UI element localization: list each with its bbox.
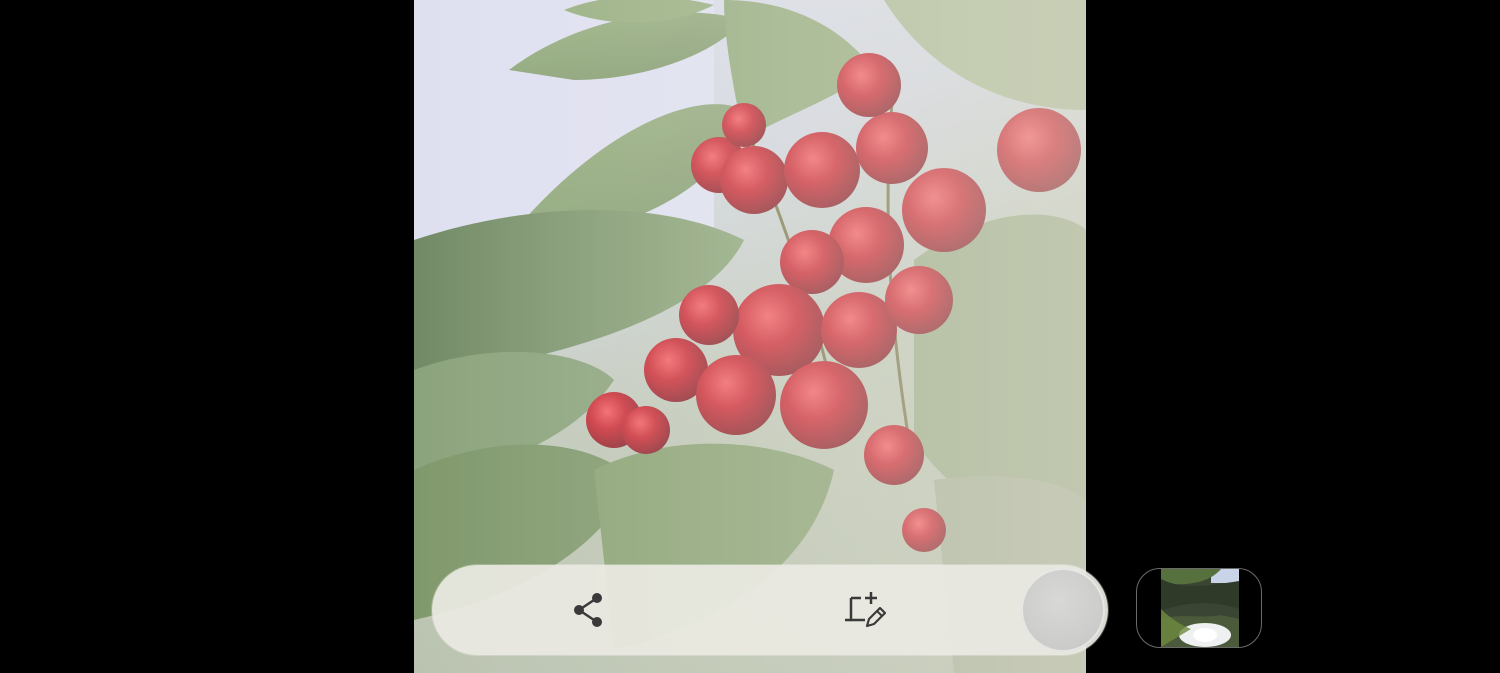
crop-edit-icon [845, 592, 887, 628]
share-button[interactable] [563, 585, 613, 635]
thumbnail-image [1161, 569, 1239, 647]
gallery-thumbnail [1161, 569, 1239, 647]
camera-screen [0, 0, 1500, 673]
edit-button[interactable] [840, 585, 890, 635]
camera-action-bar [432, 565, 1108, 655]
shutter-button[interactable] [1021, 568, 1105, 652]
share-icon [574, 593, 602, 627]
gallery-thumbnail-button[interactable] [1136, 568, 1262, 648]
